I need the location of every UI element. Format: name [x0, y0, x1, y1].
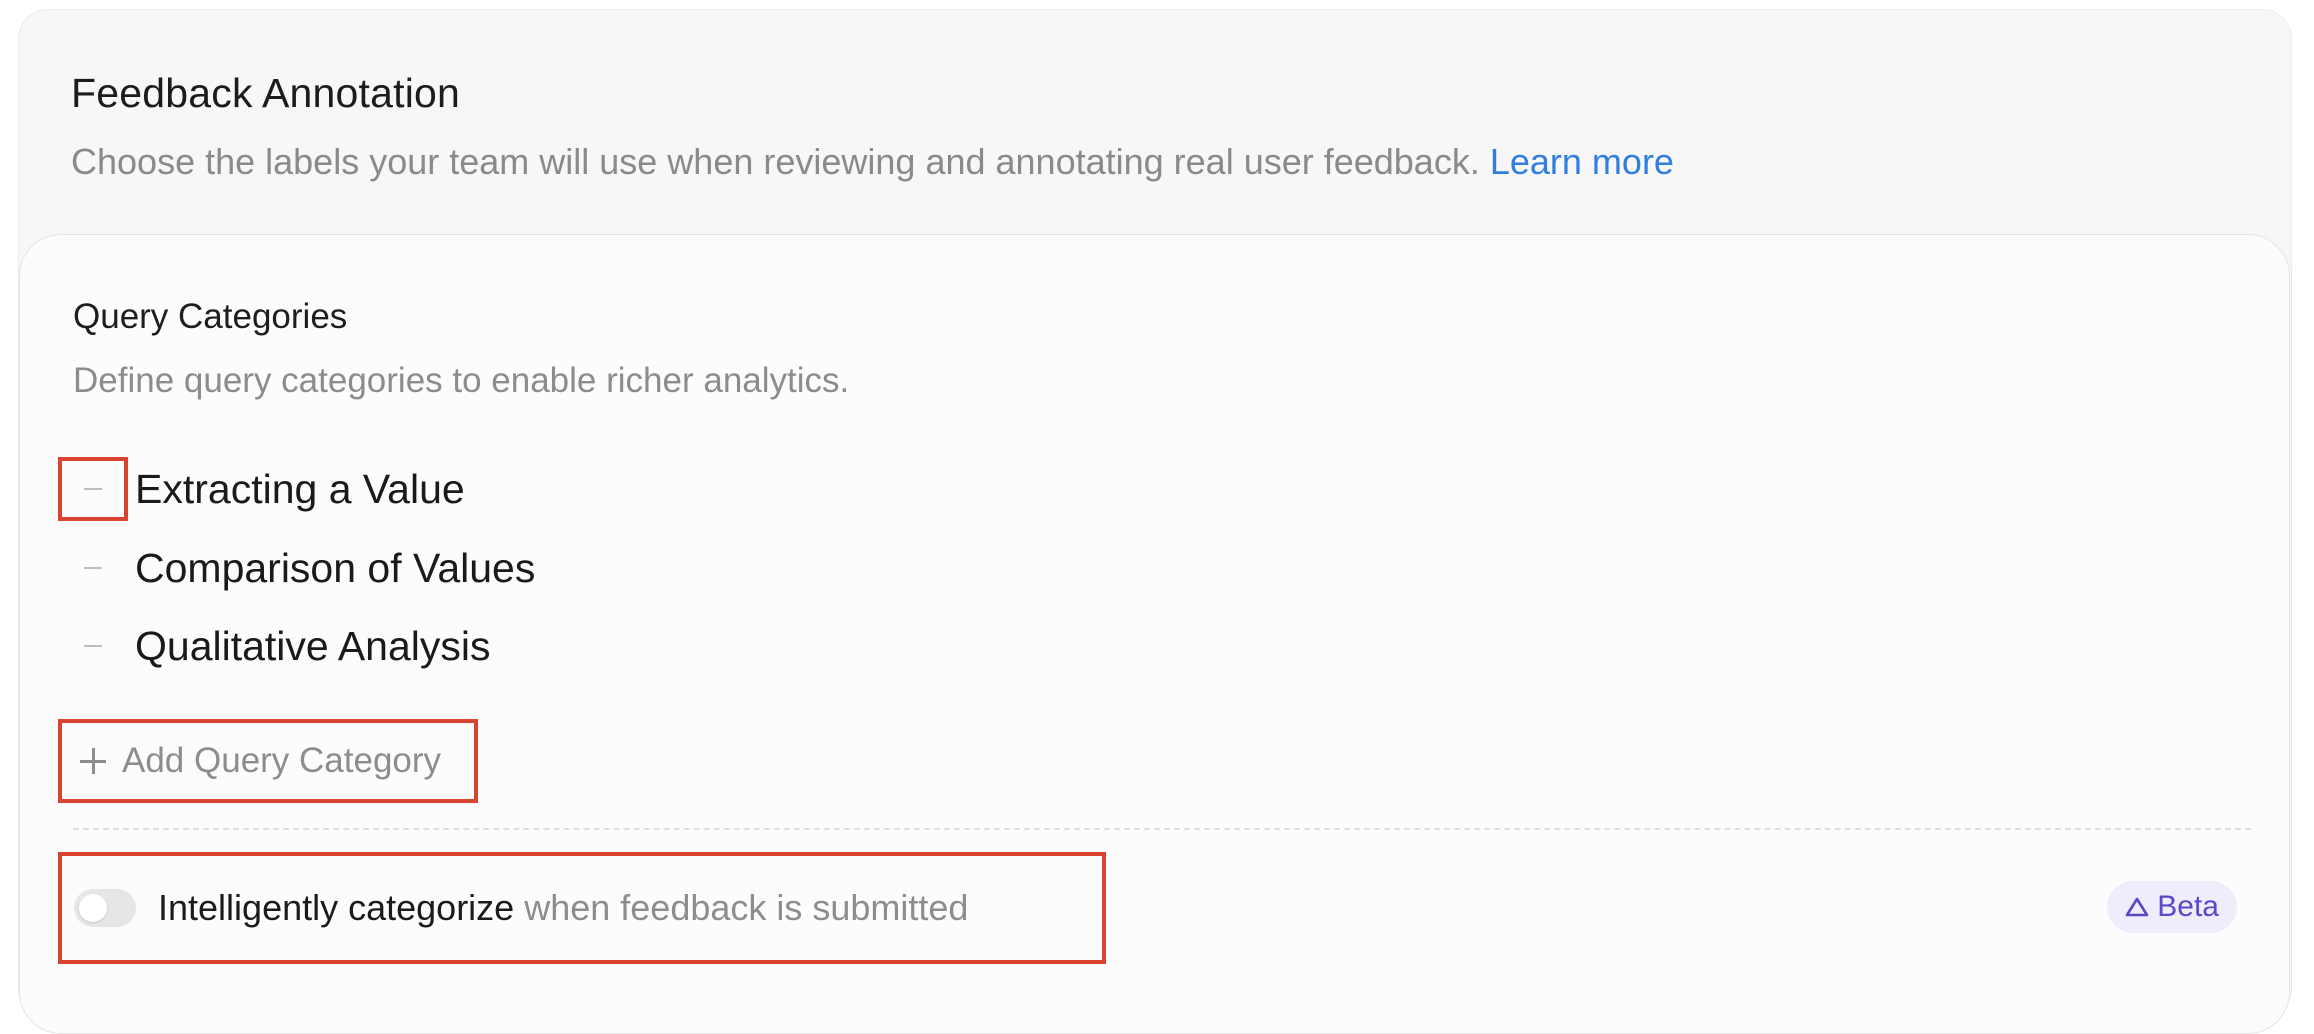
minus-icon: [84, 644, 102, 648]
plus-icon: [80, 748, 106, 774]
add-query-category-label: Add Query Category: [122, 741, 442, 780]
auto-categorize-toggle[interactable]: [74, 889, 136, 927]
auto-categorize-row: Intelligently categorize when feedback i…: [58, 852, 1106, 964]
category-item: Extracting a Value: [20, 457, 920, 525]
remove-category-button[interactable]: [58, 457, 128, 521]
add-query-category-button[interactable]: Add Query Category: [58, 719, 478, 803]
minus-icon: [84, 566, 102, 570]
query-categories-card: Query Categories Define query categories…: [19, 234, 2290, 1034]
triangle-icon: [2125, 896, 2149, 918]
beta-badge: Beta: [2107, 881, 2237, 933]
category-label: Qualitative Analysis: [135, 623, 491, 669]
learn-more-link[interactable]: Learn more: [1490, 141, 1674, 182]
category-item: Qualitative Analysis: [20, 618, 920, 682]
dashed-divider: [73, 828, 2251, 830]
category-item: Comparison of Values: [20, 540, 920, 604]
remove-category-button[interactable]: [62, 540, 124, 596]
auto-categorize-label: Intelligently categorize: [158, 887, 515, 928]
beta-badge-label: Beta: [2157, 890, 2219, 923]
page-description: Choose the labels your team will use whe…: [71, 141, 1674, 183]
remove-category-button[interactable]: [62, 618, 124, 674]
auto-categorize-sublabel: when feedback is submitted: [524, 887, 969, 928]
section-description: Define query categories to enable richer…: [73, 361, 850, 400]
toggle-knob: [79, 894, 107, 922]
minus-icon: [84, 487, 102, 491]
section-title: Query Categories: [73, 297, 348, 336]
feedback-annotation-panel: Feedback Annotation Choose the labels yo…: [18, 9, 2292, 1034]
category-label: Comparison of Values: [135, 545, 536, 591]
page-description-text: Choose the labels your team will use whe…: [71, 141, 1480, 182]
category-label: Extracting a Value: [135, 466, 465, 512]
page-title: Feedback Annotation: [71, 70, 461, 116]
